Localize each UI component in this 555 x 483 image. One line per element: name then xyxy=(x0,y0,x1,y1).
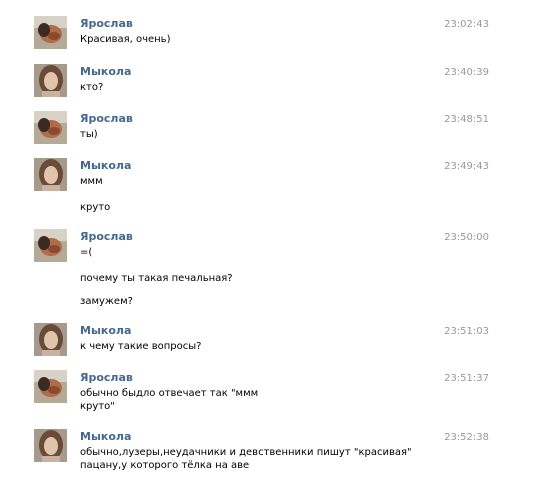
timestamp: 23:40:39 xyxy=(444,67,489,78)
timestamp: 23:51:03 xyxy=(444,326,489,337)
yaroslav-avatar[interactable] xyxy=(34,111,67,144)
yaroslav-avatar[interactable] xyxy=(34,229,67,262)
message-text: кто? xyxy=(80,82,104,93)
message-text: к чему такие вопросы? xyxy=(80,341,202,352)
message-text: ты) xyxy=(80,129,98,140)
mykola-avatar[interactable] xyxy=(34,429,67,462)
author-name[interactable]: Ярослав xyxy=(80,112,133,125)
message-text: =( xyxy=(80,247,93,258)
message-text: ммм xyxy=(80,176,103,187)
mykola-avatar[interactable] xyxy=(34,323,67,356)
message-text: круто xyxy=(80,202,111,213)
mykola-avatar[interactable] xyxy=(34,64,67,97)
author-name[interactable]: Мыкола xyxy=(80,159,131,172)
message-text: обычно,лузеры,неудачники и девственники … xyxy=(80,447,412,458)
author-name[interactable]: Мыкола xyxy=(80,324,131,337)
yaroslav-avatar[interactable] xyxy=(34,370,67,403)
author-name[interactable]: Ярослав xyxy=(80,371,133,384)
message-text: обычно быдло отвечает так "ммм xyxy=(80,388,259,399)
timestamp: 23:49:43 xyxy=(444,161,489,172)
author-name[interactable]: Ярослав xyxy=(80,17,133,30)
yaroslav-avatar[interactable] xyxy=(34,16,67,49)
timestamp: 23:50:00 xyxy=(444,232,489,243)
message-text: Красивая, очень) xyxy=(80,34,171,45)
message-text: замужем? xyxy=(80,296,133,307)
message-text: круто" xyxy=(80,401,115,412)
chat-history: { "messages": [ {"author": "Ярослав", "a… xyxy=(0,0,555,483)
message-text: пацану,у которого тёлка на аве xyxy=(80,460,250,471)
mykola-avatar[interactable] xyxy=(34,158,67,191)
author-name[interactable]: Мыкола xyxy=(80,430,131,443)
timestamp: 23:02:43 xyxy=(444,19,489,30)
author-name[interactable]: Мыкола xyxy=(80,65,131,78)
author-name[interactable]: Ярослав xyxy=(80,230,133,243)
timestamp: 23:51:37 xyxy=(444,373,489,384)
message-text: почему ты такая печальная? xyxy=(80,273,233,284)
timestamp: 23:52:38 xyxy=(444,432,489,443)
timestamp: 23:48:51 xyxy=(444,114,489,125)
